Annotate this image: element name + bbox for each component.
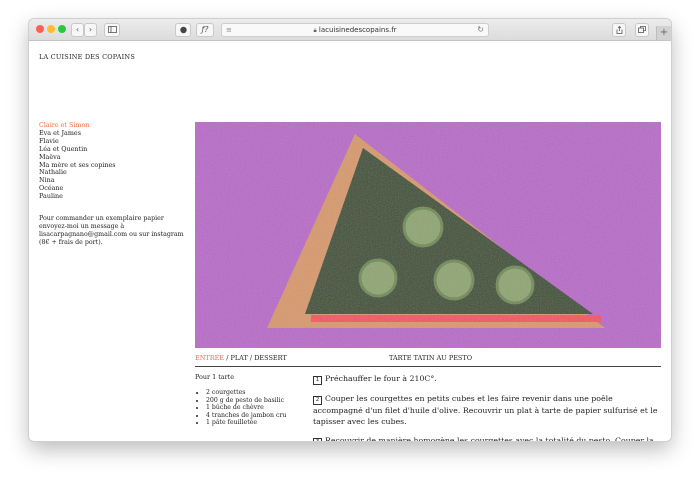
browser-window: ‹ › ƒ? ≡ 🔒︎ lacuisinedescopains.fr ↻ + L… — [29, 19, 671, 441]
pie-stripe — [311, 315, 601, 322]
category-plat[interactable]: PLAT — [230, 354, 247, 362]
plus-icon: + — [659, 27, 669, 38]
forward-button[interactable]: › — [84, 23, 97, 37]
sidebar-button[interactable] — [104, 23, 120, 37]
step-text: Recouvrir de manière homogène les courge… — [325, 436, 654, 441]
order-info: Pour commander un exemplaire papier envo… — [39, 215, 184, 246]
tabs-icon — [638, 26, 646, 33]
chevron-left-icon: ‹ — [75, 25, 80, 34]
step-text: Couper les courgettes en petits cubes et… — [313, 394, 658, 426]
chevron-right-icon: › — [88, 25, 93, 34]
ingredient-item: 4 tranches de jambon cru — [206, 412, 286, 420]
category-entree[interactable]: ENTRÉE — [195, 354, 224, 362]
contributors-nav: Claire et Simon Eva et James Flavie Léa et … — [39, 121, 116, 201]
ingredient-item: 2 courgettes — [206, 389, 286, 397]
recipe-step: 3Recouvrir de manière homogène les courg… — [313, 435, 663, 441]
back-button[interactable]: ‹ — [71, 23, 84, 37]
zucchini-slice — [358, 258, 398, 298]
ingredient-item: 200 g de pesto de basilic — [206, 397, 286, 405]
close-window-button[interactable] — [36, 25, 44, 33]
reload-icon[interactable]: ↻ — [477, 24, 484, 36]
ingredient-item: 1 bûche de chèvre — [206, 404, 286, 412]
url-text: lacuisinedescopains.fr — [318, 26, 397, 34]
address-url: 🔒︎ lacuisinedescopains.fr — [222, 24, 488, 37]
nav-item[interactable]: Pauline — [39, 192, 116, 201]
site-title[interactable]: LA CUISINE DES COPAINS — [39, 53, 135, 61]
tabs-overview-button[interactable] — [635, 23, 649, 37]
recipe-illustration — [195, 122, 661, 348]
zucchini-slice — [495, 265, 535, 305]
step-text: Préchauffer le four à 210C°. — [325, 374, 437, 383]
category-nav: ENTRÉE / PLAT / DESSERT — [195, 354, 287, 362]
zucchini-slice — [402, 206, 444, 248]
zoom-window-button[interactable] — [58, 25, 66, 33]
privacy-shield-button[interactable] — [175, 23, 191, 37]
reader-extension-button[interactable]: ƒ? — [196, 23, 214, 37]
ingredients-list: 2 courgettes200 g de pesto de basilic1 b… — [195, 389, 286, 427]
category-dessert[interactable]: DESSERT — [254, 354, 287, 362]
recipe-serves: Pour 1 tarte — [195, 373, 234, 381]
new-tab-button[interactable]: + — [656, 26, 671, 40]
zucchini-slice — [433, 259, 475, 301]
share-button[interactable] — [612, 23, 626, 37]
sidebar-icon — [107, 26, 117, 33]
step-number: 3 — [313, 438, 322, 441]
minimize-window-button[interactable] — [47, 25, 55, 33]
ingredient-item: 1 pâte feuilletée — [206, 419, 286, 427]
recipe-divider — [195, 366, 661, 367]
page-content: LA CUISINE DES COPAINS Claire et Simon Ev… — [29, 41, 671, 441]
step-number: 1 — [313, 376, 322, 385]
step-number: 2 — [313, 396, 322, 405]
recipe-steps: 1 Préchauffer le four à 210C°. 2 Couper les… — [313, 373, 663, 441]
recipe-title: TARTE TATIN AU PESTO — [389, 354, 473, 362]
shield-icon — [179, 26, 187, 34]
lock-icon: 🔒︎ — [313, 27, 317, 34]
address-bar[interactable]: ≡ 🔒︎ lacuisinedescopains.fr ↻ — [221, 23, 489, 37]
share-icon — [616, 25, 622, 34]
recipe-step: 2 Couper les courgettes en petits cubes e… — [313, 393, 663, 427]
recipe-step: 1 Préchauffer le four à 210C°. — [313, 373, 663, 385]
browser-toolbar: ‹ › ƒ? ≡ 🔒︎ lacuisinedescopains.fr ↻ + — [29, 19, 671, 41]
